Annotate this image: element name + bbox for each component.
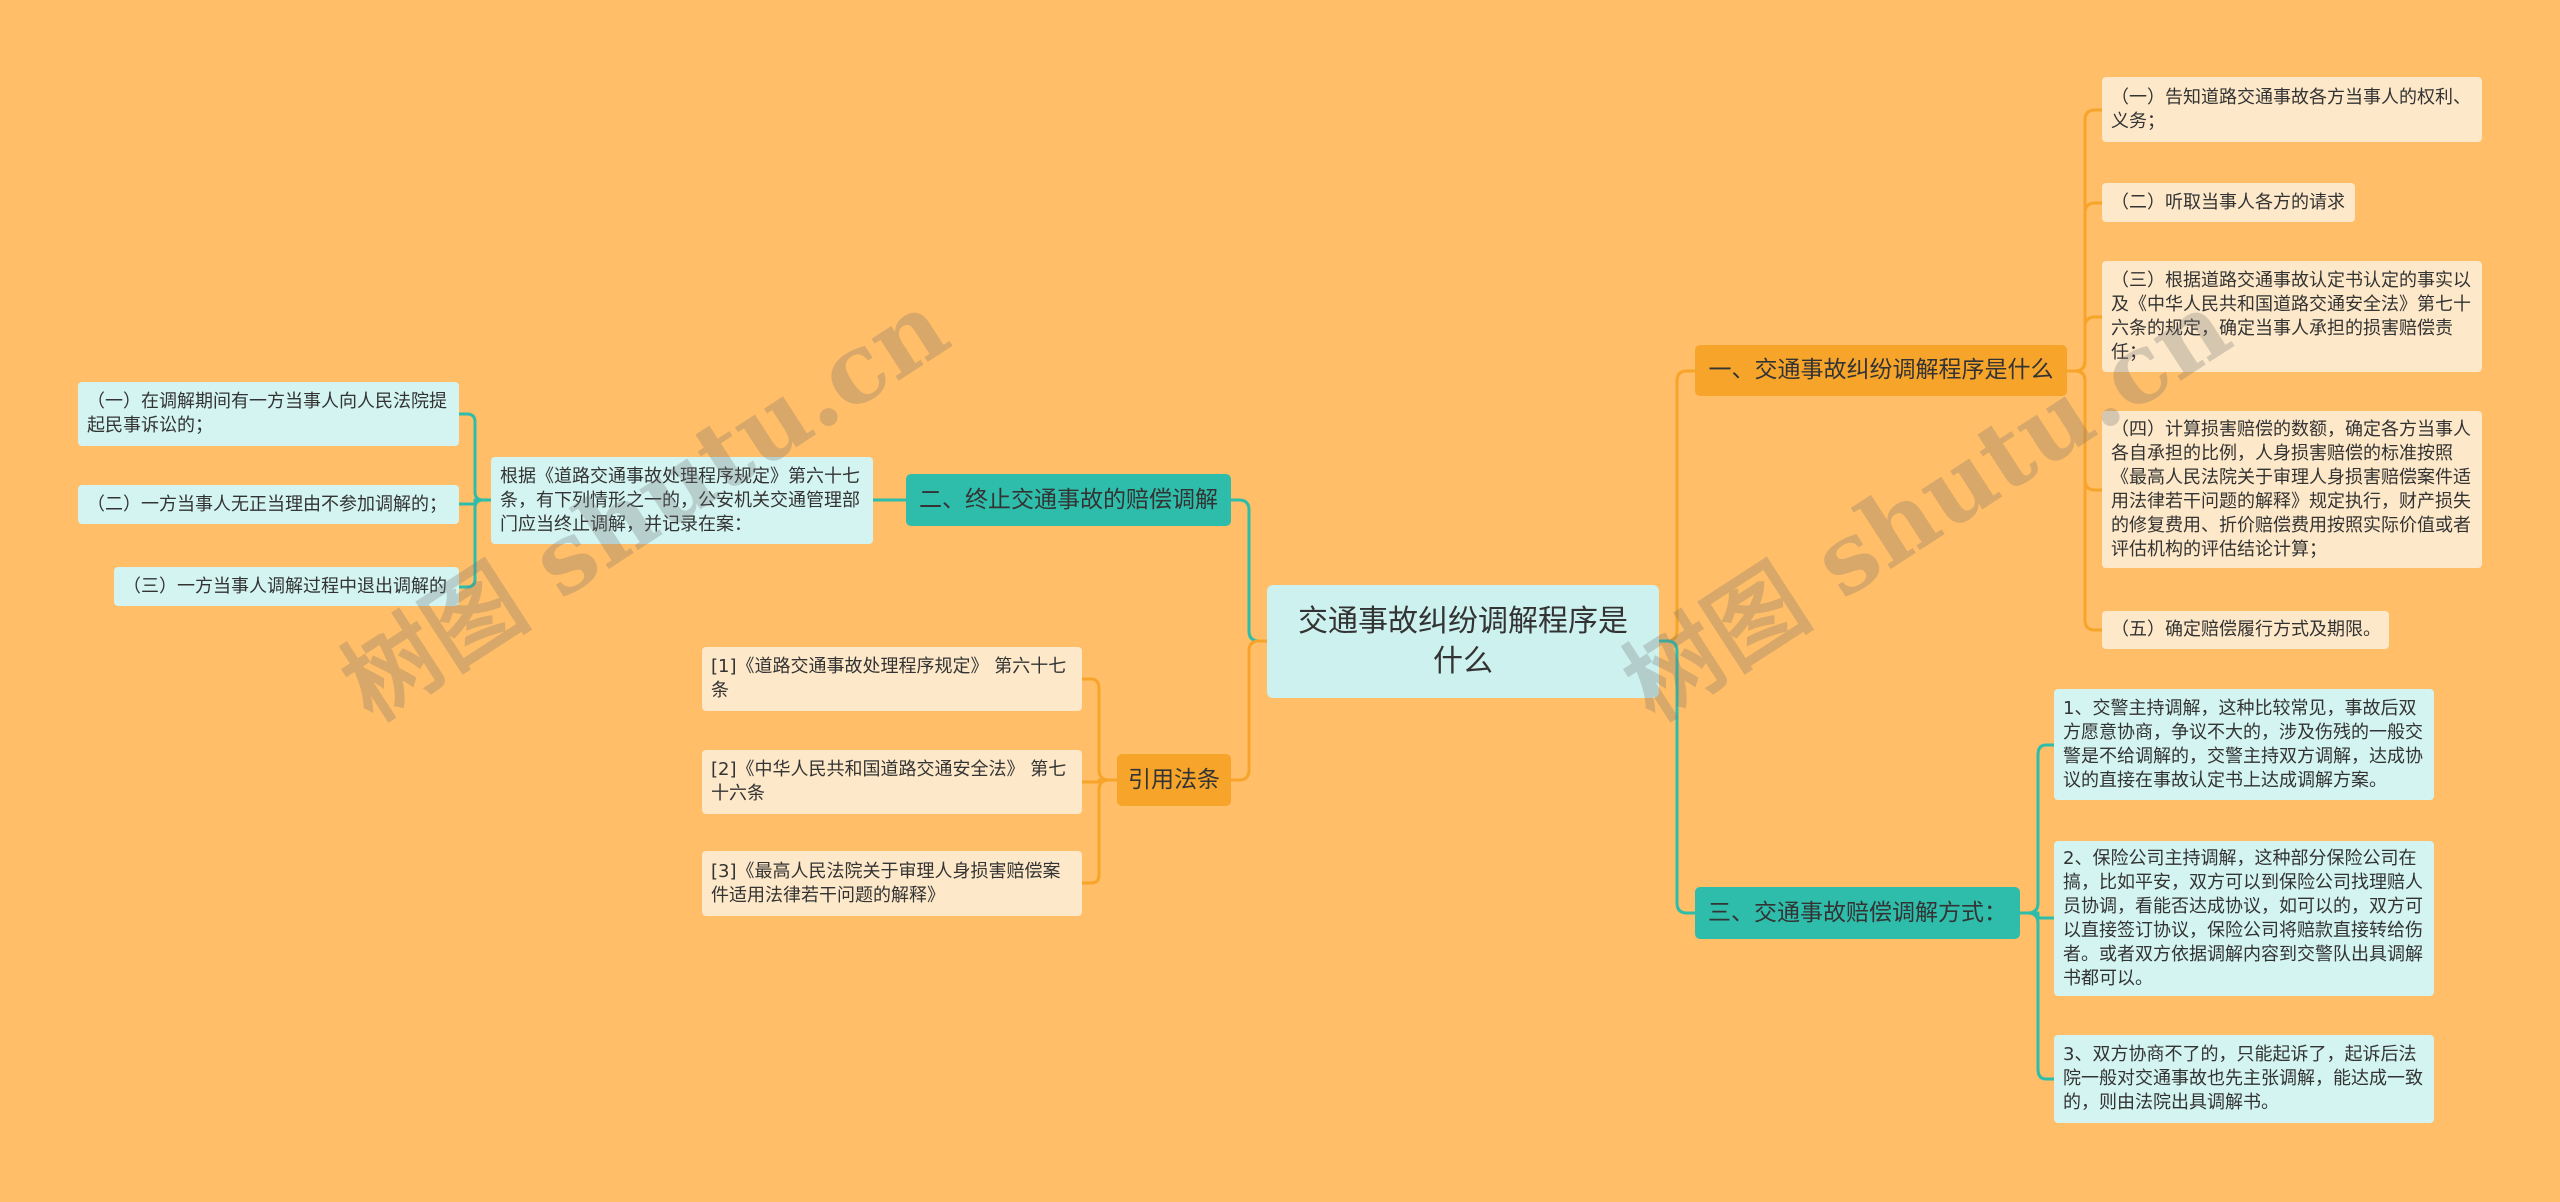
procedure-item: （四）计算损害赔偿的数额，确定各方当事人各自承担的比例，人身损害赔偿的标准按照《… xyxy=(2102,411,2482,568)
methods-item: 1、交警主持调解，这种比较常见，事故后双方愿意协商，争议不大的，涉及伤残的一般交… xyxy=(2054,689,2434,800)
connector-center-procedure xyxy=(1657,369,1697,643)
connector-methods-item xyxy=(2018,911,2056,1081)
procedure-item: （五）确定赔偿履行方式及期限。 xyxy=(2102,611,2389,649)
procedure-item: （一）告知道路交通事故各方当事人的权利、义务； xyxy=(2102,77,2482,142)
branch-procedure: 一、交通事故纠纷调解程序是什么 xyxy=(1695,345,2067,396)
termination-item: （一）在调解期间有一方当事人向人民法院提起民事诉讼的； xyxy=(78,382,459,446)
procedure-item: （二）听取当事人各方的请求 xyxy=(2102,183,2355,222)
central-topic: 交通事故纠纷调解程序是什么 xyxy=(1267,585,1659,698)
methods-item: 3、双方协商不了的，只能起诉了，起诉后法院一般对交通事故也先主张调解，能达成一致… xyxy=(2054,1035,2434,1123)
connector-procedure-item xyxy=(2065,369,2104,632)
procedure-item: （三）根据道路交通事故认定书认定的事实以及《中华人民共和国道路交通安全法》第七十… xyxy=(2102,261,2482,372)
connector-center-methods xyxy=(1657,639,1697,915)
connector-center-termination xyxy=(1229,498,1269,643)
termination-item: （三）一方当事人调解过程中退出调解的 xyxy=(114,567,459,606)
termination-item: （二）一方当事人无正当理由不参加调解的； xyxy=(78,485,459,524)
connector-termination-item xyxy=(457,412,493,502)
methods-item: 2、保险公司主持调解，这种部分保险公司在搞，比如平安，双方可以到保险公司找理赔人… xyxy=(2054,841,2434,996)
branch-citations: 引用法条 xyxy=(1117,754,1231,806)
connector-citation-item xyxy=(1080,677,1119,782)
citation-item: [1]《道路交通事故处理程序规定》 第六十七条 xyxy=(702,647,1082,711)
branch-methods: 三、交通事故赔偿调解方式： xyxy=(1695,887,2020,939)
branch-termination: 二、终止交通事故的赔偿调解 xyxy=(906,474,1231,526)
citation-item: [3]《最高人民法院关于审理人身损害赔偿案件适用法律若干问题的解释》 xyxy=(702,851,1082,916)
connector-methods-item xyxy=(2018,743,2056,915)
termination-basis: 根据《道路交通事故处理程序规定》第六十七条，有下列情形之一的，公安机关交通管理部… xyxy=(491,457,873,544)
citation-item: [2]《中华人民共和国道路交通安全法》 第七十六条 xyxy=(702,750,1082,814)
connector-citation-item xyxy=(1080,778,1119,885)
connector-procedure-item xyxy=(2065,315,2104,373)
central-topic-label: 交通事故纠纷调解程序是什么 xyxy=(1298,603,1628,679)
connector-termination-item xyxy=(457,498,493,589)
mind-map-canvas: 交通事故纠纷调解程序是什么 一、交通事故纠纷调解程序是什么 （一）告知道路交通事… xyxy=(0,0,2560,1202)
connector-center-citations xyxy=(1229,639,1269,782)
